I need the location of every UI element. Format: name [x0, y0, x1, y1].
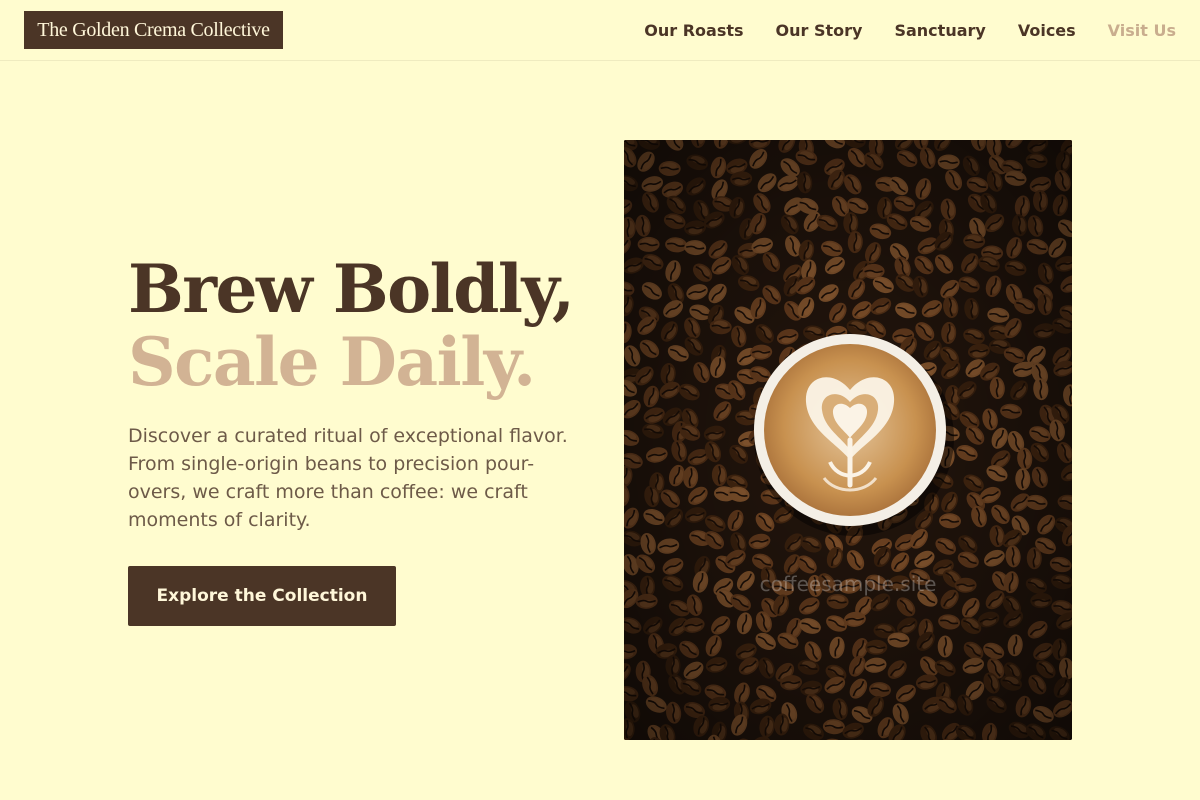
main-nav: Our Roasts Our Story Sanctuary Voices Vi…	[644, 0, 1176, 60]
nav-sanctuary[interactable]: Sanctuary	[894, 21, 985, 40]
hero-title-line-2: Scale Daily.	[128, 323, 536, 401]
coffee-beans-latte-illustration	[624, 140, 1072, 740]
hero-heading: Brew Boldly, Scale Daily.	[128, 250, 575, 401]
nav-our-roasts[interactable]: Our Roasts	[644, 21, 743, 40]
nav-visit-us[interactable]: Visit Us	[1108, 21, 1176, 40]
explore-collection-button[interactable]: Explore the Collection	[128, 566, 396, 626]
brand-logo[interactable]: The Golden Crema Collective	[24, 11, 283, 49]
hero-coffee-image: coffeesample.site	[624, 140, 1072, 740]
site-header: The Golden Crema Collective Our Roasts O…	[0, 0, 1200, 61]
nav-our-story[interactable]: Our Story	[776, 21, 863, 40]
hero-description: Discover a curated ritual of exceptional…	[128, 425, 568, 531]
hero-title-line-1: Brew Boldly,	[128, 250, 575, 328]
nav-voices[interactable]: Voices	[1018, 21, 1076, 40]
